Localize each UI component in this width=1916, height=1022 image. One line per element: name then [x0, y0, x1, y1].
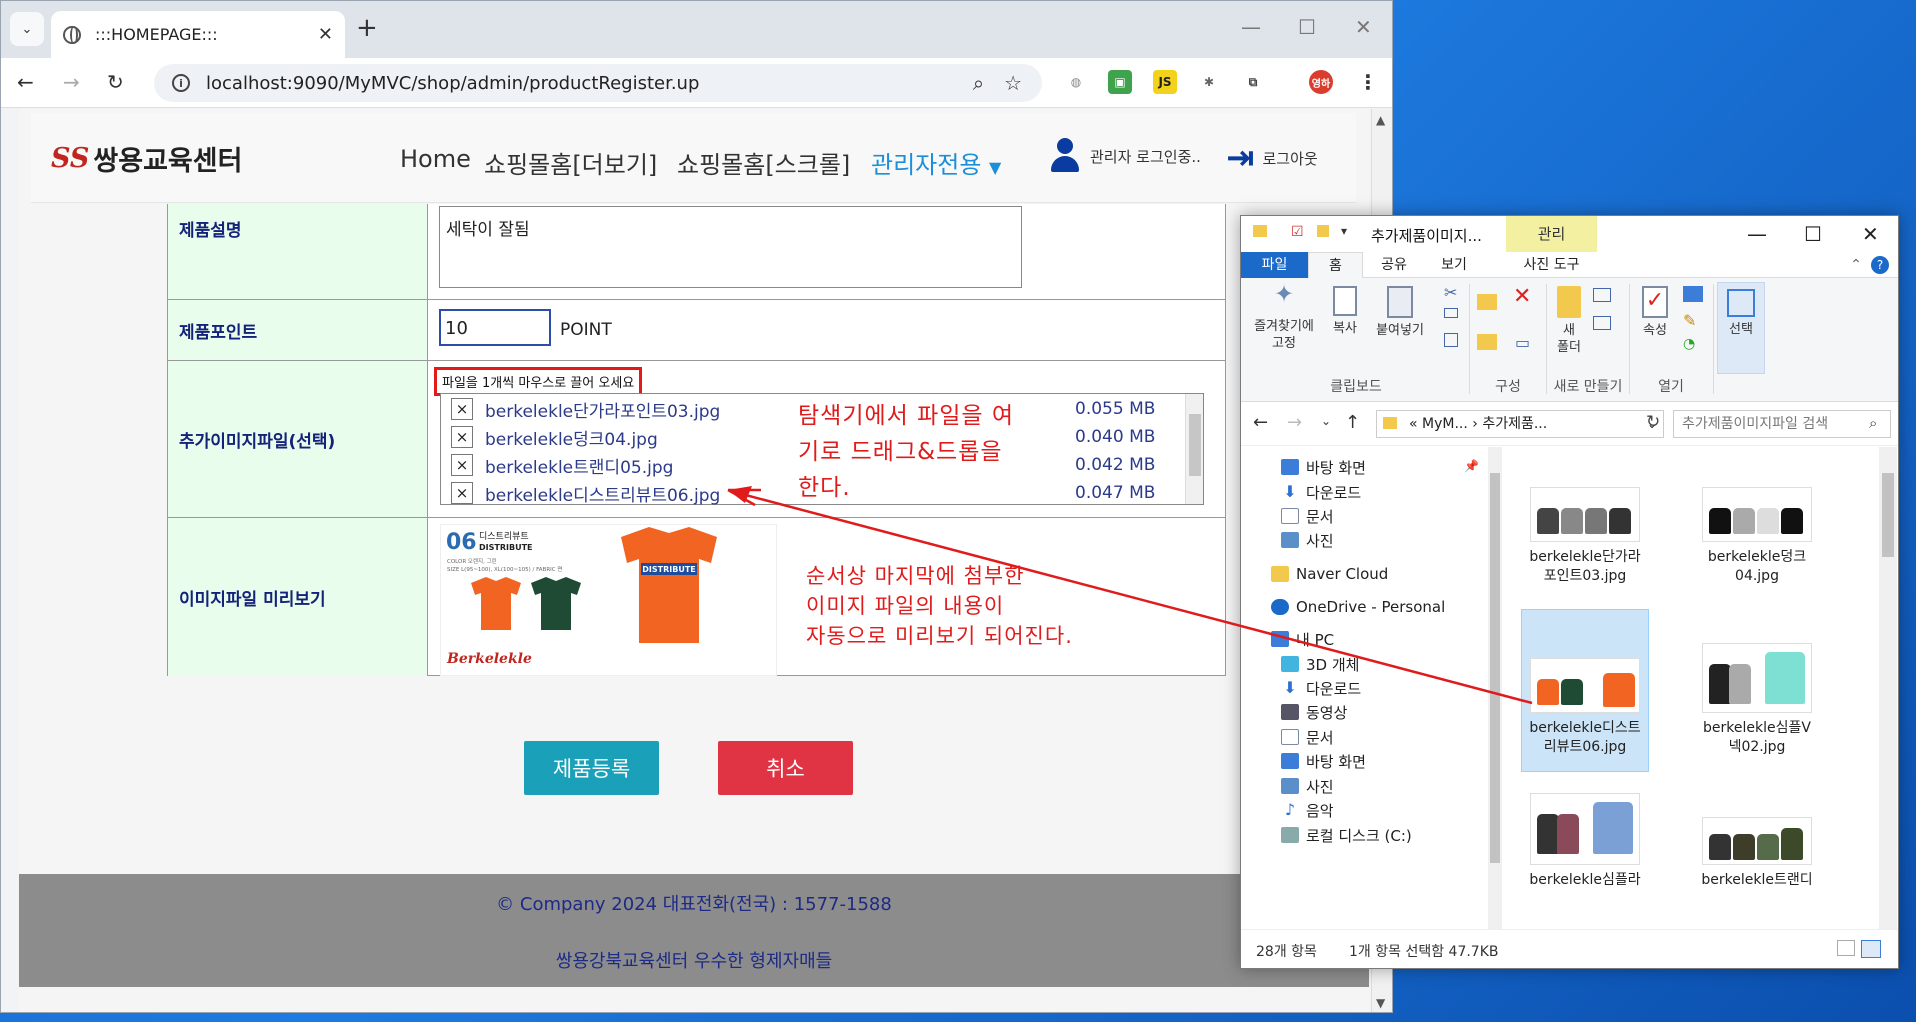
drag-arrow-overlay [727, 486, 1533, 705]
